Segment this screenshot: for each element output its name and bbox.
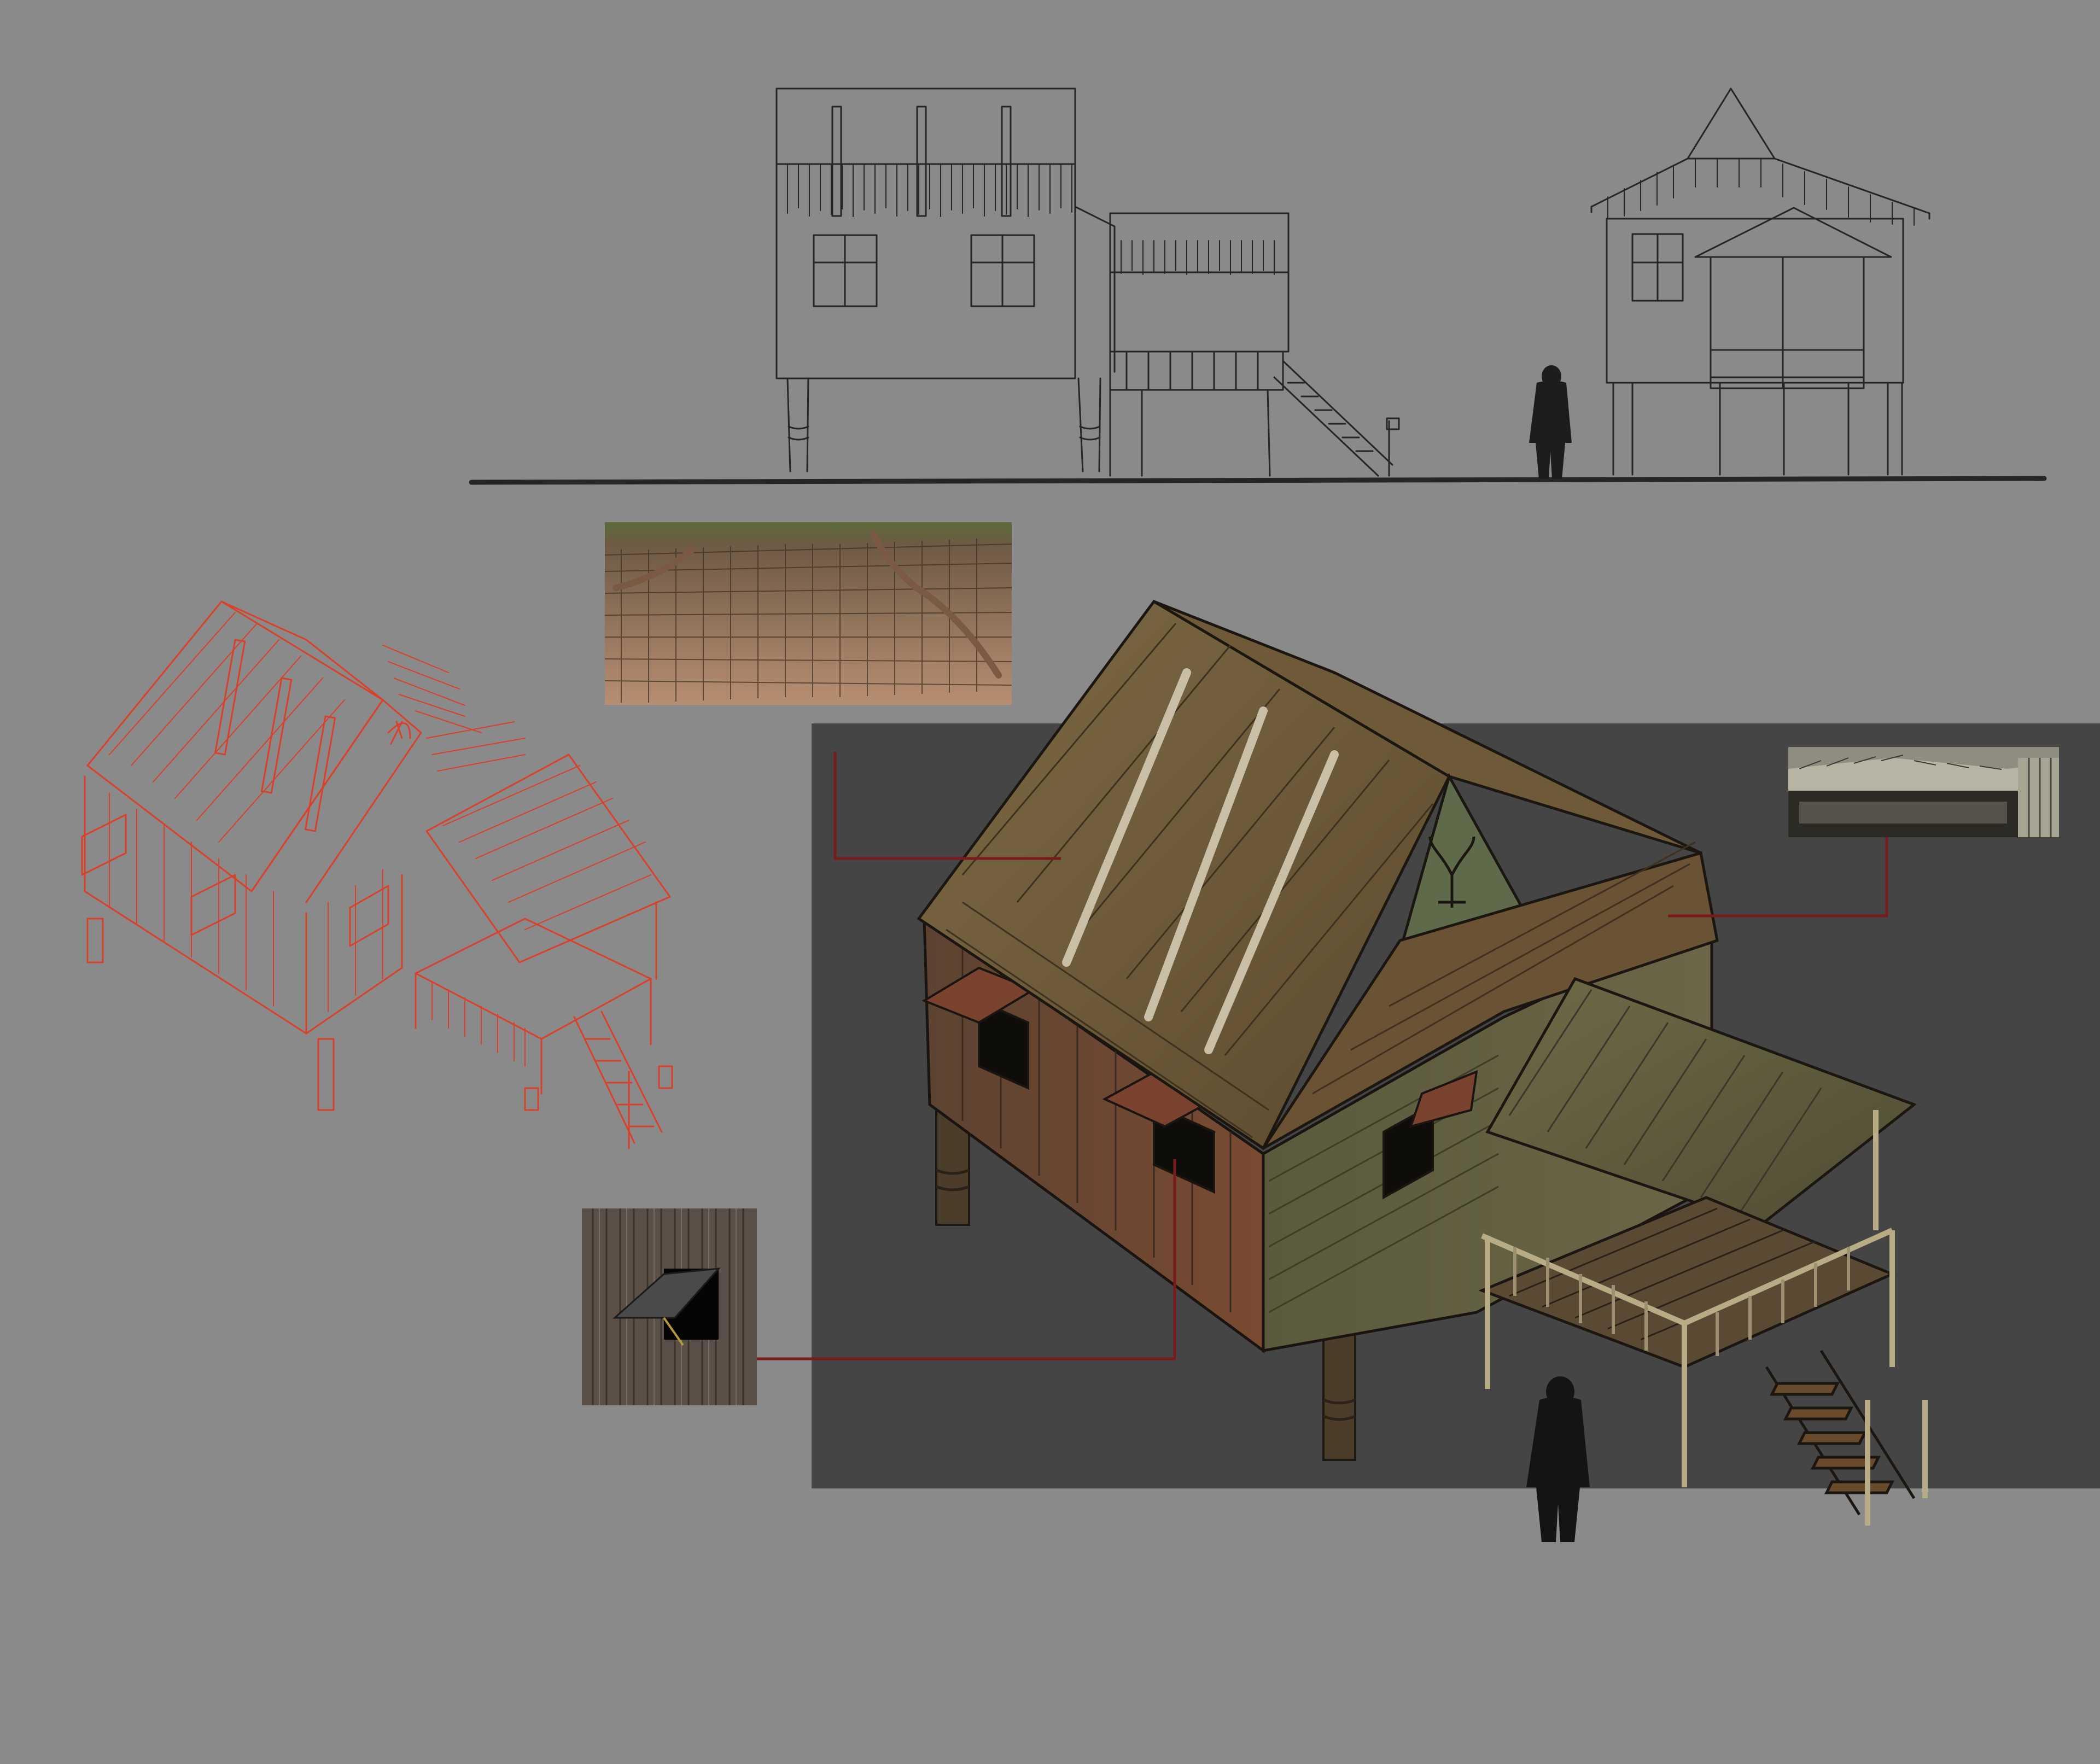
thatch-reference-photo bbox=[605, 522, 1012, 705]
callout-lines bbox=[757, 752, 1888, 1360]
window-reference-photo bbox=[582, 1208, 757, 1405]
roof-reference-photo bbox=[1788, 747, 2059, 837]
